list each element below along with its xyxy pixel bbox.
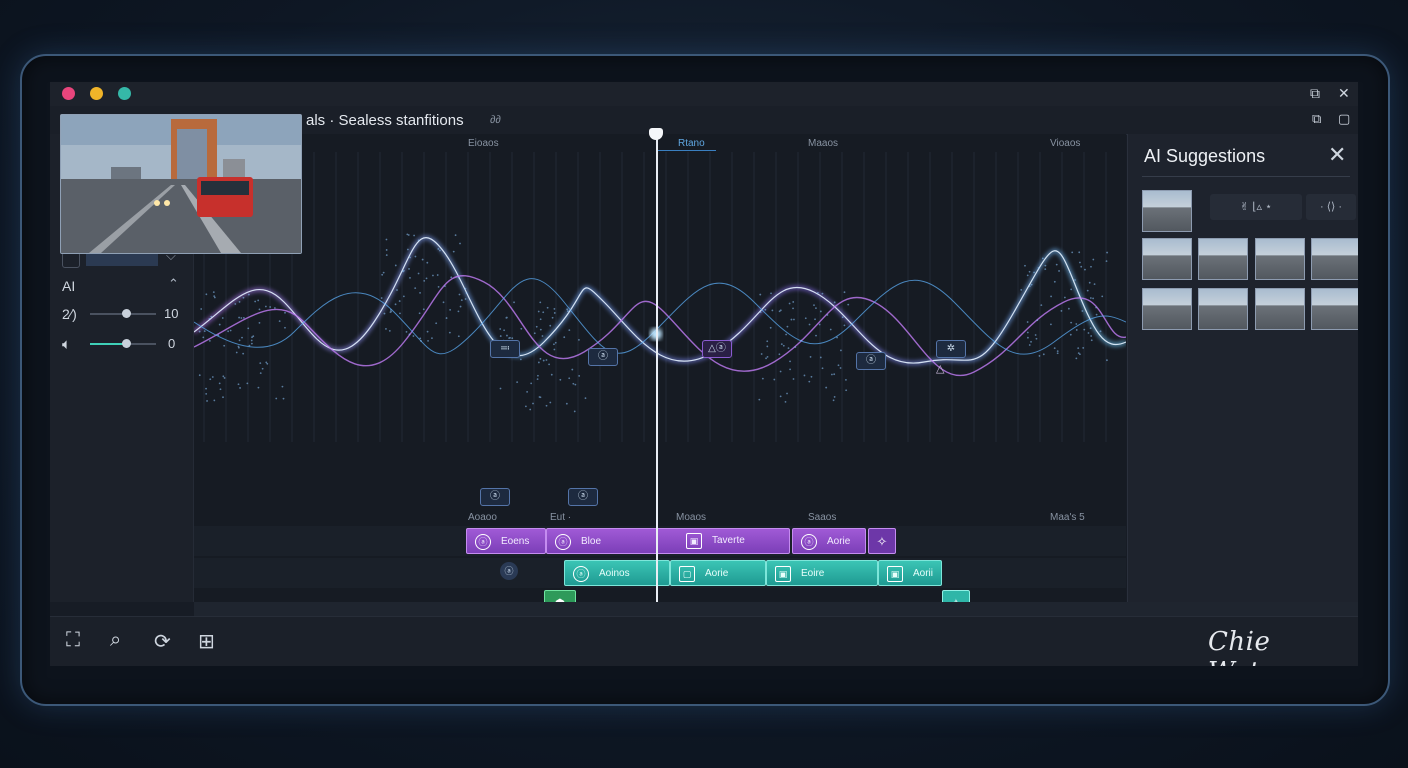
marker-shape-icon[interactable]: △ⓐ (702, 340, 732, 358)
ruler-label: Vioaos (1050, 138, 1081, 149)
timeline[interactable]: Eioaos Rtano Maaos Vioaos ≕ ⓐ △ⓐ ⓐ ✲ ⓐ ⓐ… (194, 134, 1126, 616)
marker-cut-icon[interactable]: ⓐ (568, 488, 598, 506)
ai-toolbar-secondary[interactable]: · ⟨⟩ · (1306, 194, 1356, 220)
param-slider-knob[interactable] (122, 309, 132, 318)
param-value: 10 (164, 306, 179, 321)
clip-icon: ▣ (775, 566, 791, 582)
clip-teal[interactable]: ⓐ Aoinos (564, 560, 670, 586)
playhead-line (656, 134, 658, 602)
link-icon[interactable]: ⓐ (500, 562, 518, 580)
clip-teal[interactable]: ▢ Aorie (670, 560, 766, 586)
ai-panel-title: AI Suggestions (1144, 146, 1266, 166)
clip-purple[interactable]: ⓐ Eoens (466, 528, 546, 554)
clip-teal[interactable]: ▣ Aorii (878, 560, 942, 586)
clip-purple-segment[interactable]: ▣ Taverte (678, 528, 790, 554)
ruler-label: Eioaos (468, 138, 499, 149)
clip-label: Aorii (913, 568, 934, 579)
detach-icon[interactable]: ⧉ (1312, 111, 1321, 127)
marker-effect-icon[interactable]: ⓐ (588, 348, 618, 366)
suggestion-thumbnail[interactable] (1198, 288, 1248, 330)
param-label: 2⁄) (62, 306, 77, 322)
waveform-canvas (194, 152, 1126, 442)
ruler-label: Maaos (808, 138, 839, 149)
clip-purple[interactable]: ⓐ Aorie (792, 528, 866, 554)
horizontal-scrollbar[interactable] (194, 602, 1358, 616)
chevron-up-icon[interactable]: ⌃ (168, 276, 179, 292)
signature: Chie Waters (1208, 627, 1302, 666)
ruler-label: Aoaoo (468, 512, 497, 523)
marker-warning-icon[interactable]: △ (936, 362, 944, 375)
clip-icon: ▢ (679, 566, 695, 582)
refresh-icon[interactable]: ⟳ (154, 629, 171, 654)
clip-label: Aorie (827, 536, 851, 547)
marker-caption-icon[interactable]: ≕ (490, 340, 520, 358)
ruler-highlight (656, 150, 716, 151)
ruler-label: Eut · (550, 512, 572, 523)
app-window: ⧉ ✕ als · Sealess stanfitions ∂∂ ⧉ ▢ ⌵ A… (50, 82, 1358, 666)
suggestion-thumbnail[interactable] (1142, 288, 1192, 330)
panel-toggle-box[interactable] (62, 252, 80, 268)
clip-icon: ⓐ (801, 534, 817, 550)
clip-label: Eoens (501, 536, 530, 547)
clip-label: Taverte (712, 535, 745, 546)
suggestion-thumbnail[interactable] (1142, 238, 1192, 280)
document-title-suffix: ∂∂ (490, 114, 501, 126)
video-preview[interactable] (60, 114, 302, 254)
ai-toolbar[interactable]: ✌ ⌊▵ ⋆ (1210, 194, 1302, 220)
clip-label: Aorie (705, 568, 729, 579)
marker-audio-icon[interactable]: ⓐ (856, 352, 886, 370)
zoom-icon[interactable]: ⌕ (110, 629, 121, 652)
ruler-label: Saaos (808, 512, 837, 523)
suggestion-thumbnail[interactable] (1142, 190, 1192, 232)
suggestion-thumbnail[interactable] (1255, 288, 1305, 330)
close-icon[interactable]: ✕ (1328, 142, 1346, 168)
grid-icon[interactable]: ⊞ (198, 629, 215, 654)
volume-slider-knob[interactable] (122, 339, 132, 348)
clip-icon: ⓐ (475, 534, 491, 550)
clip-icon: ⓐ (555, 534, 571, 550)
clip-label: Aoinos (599, 568, 630, 579)
fullscreen-icon[interactable]: ⛶ (66, 629, 80, 652)
popout-icon[interactable]: ⧉ (1310, 85, 1320, 102)
clip-icon: ▣ (686, 533, 702, 549)
volume-slider-fill (90, 343, 127, 345)
title-bar: ⧉ ✕ (50, 82, 1358, 106)
volume-icon[interactable]: 🔈︎ (62, 336, 71, 353)
close-dot[interactable] (62, 87, 75, 100)
minimize-dot[interactable] (90, 87, 103, 100)
ruler-label: Moaos (676, 512, 707, 523)
maximize-dot[interactable] (118, 87, 131, 100)
bottom-toolbar: ⛶ ⌕ ⟳ ⊞ Chie Waters (50, 616, 1358, 666)
close-icon[interactable]: ✕ (1338, 85, 1350, 102)
ruler-label: Rtano (678, 138, 705, 149)
clip-end-sparkle-icon[interactable]: ✧ (868, 528, 896, 554)
suggestion-thumbnail[interactable] (1311, 288, 1358, 330)
clip-label: Bloe (581, 536, 602, 547)
ai-suggestions-panel: AI Suggestions ✕ ✌ ⌊▵ ⋆ · ⟨⟩ · (1127, 134, 1358, 602)
suggestion-thumbnail[interactable] (1198, 238, 1248, 280)
divider (1142, 176, 1350, 177)
panel-field[interactable] (86, 252, 158, 266)
suggestion-thumbnail[interactable] (1311, 238, 1358, 280)
marker-settings-icon[interactable]: ✲ (936, 340, 966, 358)
clip-icon: ⓐ (573, 566, 589, 582)
suggestion-thumbnail[interactable] (1255, 238, 1305, 280)
ai-section-label: AI (62, 278, 76, 294)
volume-value: 0 (168, 336, 176, 351)
panel-toggle-icon[interactable]: ▢ (1338, 111, 1350, 127)
clip-teal[interactable]: ▣ Eoire (766, 560, 878, 586)
document-title: als · Sealess stanfitions (306, 112, 464, 129)
ruler-label: Maa's 5 (1050, 512, 1085, 523)
preview-image (61, 115, 301, 253)
clip-icon: ▣ (887, 566, 903, 582)
marker-link-icon[interactable]: ⓐ (480, 488, 510, 506)
clip-label: Eoire (801, 568, 825, 579)
